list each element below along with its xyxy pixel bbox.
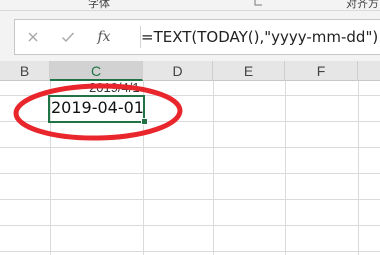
highlight-ring	[13, 83, 183, 141]
